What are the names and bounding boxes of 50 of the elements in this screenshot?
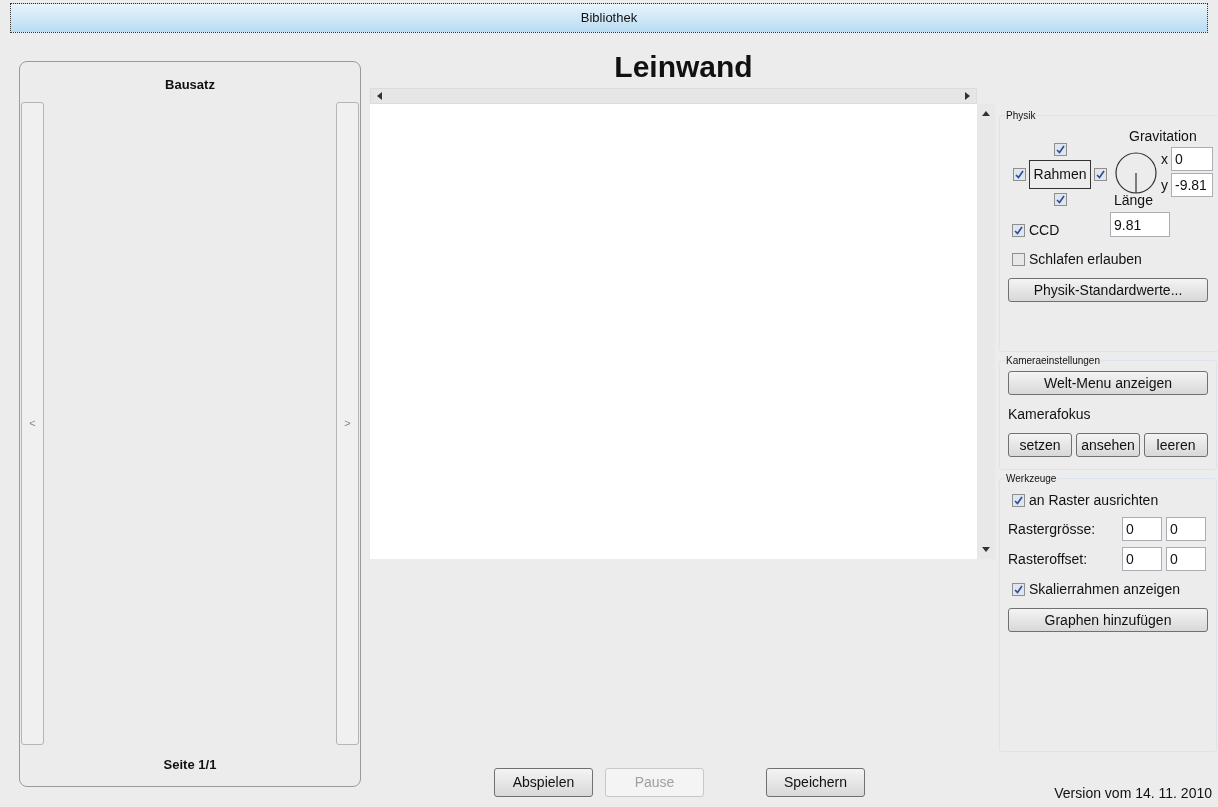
page-indicator: Seite 1/1 — [163, 755, 217, 774]
x-label: x — [1161, 149, 1168, 169]
wall-checkbox[interactable] — [1012, 168, 1026, 181]
wall-checkbox[interactable] — [1053, 143, 1067, 156]
number-field[interactable]: 0 — [1166, 517, 1206, 541]
option-label: Schlafen erlauben — [1029, 250, 1142, 269]
button[interactable]: ansehen — [1076, 433, 1140, 457]
canvas-title: Leinwand — [614, 49, 753, 85]
left-arrow-icon[interactable] — [377, 92, 382, 100]
panel-title: Physik — [1005, 109, 1037, 123]
button[interactable]: Graphen hinzufügen — [1008, 608, 1208, 632]
wall-checkbox[interactable] — [1094, 168, 1108, 181]
button[interactable]: Welt-Menu anzeigen — [1008, 371, 1208, 395]
number-field[interactable]: 0 — [1171, 147, 1213, 171]
checkbox[interactable] — [1012, 494, 1025, 507]
length-label: Länge — [1114, 191, 1154, 210]
panel-title: Werkzeuge — [1005, 472, 1058, 486]
playback-button[interactable]: Speichern — [766, 768, 865, 797]
down-arrow-icon[interactable] — [982, 547, 990, 552]
option-label: CCD — [1029, 221, 1060, 240]
option-label: Skalierrahmen anzeigen — [1029, 580, 1180, 599]
checkbox[interactable] — [1012, 583, 1025, 596]
number-field[interactable]: 9.81 — [1110, 212, 1170, 237]
number-field[interactable]: 0 — [1122, 547, 1162, 571]
number-field[interactable]: 0 — [1122, 517, 1162, 541]
library-button[interactable]: Bibliothek — [10, 3, 1208, 33]
button[interactable]: Physik-Standardwerte... — [1008, 278, 1208, 302]
up-arrow-icon[interactable] — [982, 111, 990, 116]
wall-checkbox[interactable] — [1053, 193, 1067, 206]
gravity-label: Gravitation — [1129, 127, 1198, 146]
y-label: y — [1161, 175, 1168, 195]
button[interactable]: leeren — [1144, 433, 1208, 457]
camera-focus-label: Kamerafokus — [1008, 406, 1091, 422]
checkbox[interactable] — [1012, 253, 1025, 266]
version-text: Version vom 14. 11. 2010 — [1054, 784, 1212, 803]
option-label: an Raster ausrichten — [1029, 491, 1159, 510]
horizontal-scrollbar[interactable] — [370, 88, 977, 104]
gravity-dial-icon[interactable] — [1114, 151, 1158, 195]
playback-button[interactable]: Abspielen — [494, 768, 593, 797]
vertical-scrollbar[interactable] — [977, 104, 995, 559]
kit-title: Bausatz — [165, 76, 215, 94]
number-field[interactable]: 0 — [1166, 547, 1206, 571]
checkbox[interactable] — [1012, 224, 1025, 237]
panel-title: Kameraeinstellungen — [1005, 354, 1101, 368]
grid-label: Rastergrösse: — [1008, 519, 1097, 539]
grid-label: Rasteroffset: — [1008, 549, 1089, 569]
button[interactable]: setzen — [1008, 433, 1072, 457]
right-arrow-icon[interactable] — [965, 92, 970, 100]
number-field[interactable]: -9.81 — [1171, 173, 1213, 197]
frame-label: Rahmen — [1028, 160, 1092, 189]
